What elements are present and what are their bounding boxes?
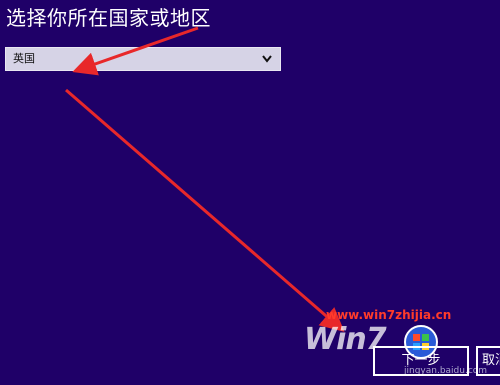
cancel-button[interactable]: 取消 [476,346,500,376]
watermark-url: www.win7zhijia.cn [326,308,452,322]
country-select-value: 英国 [13,52,35,65]
chevron-down-icon [262,55,272,63]
next-button[interactable]: 下一步 [373,346,469,376]
arrow-to-next-button [65,88,345,332]
country-select[interactable]: 英国 [5,47,281,71]
page-title: 选择你所在国家或地区 [6,6,211,30]
